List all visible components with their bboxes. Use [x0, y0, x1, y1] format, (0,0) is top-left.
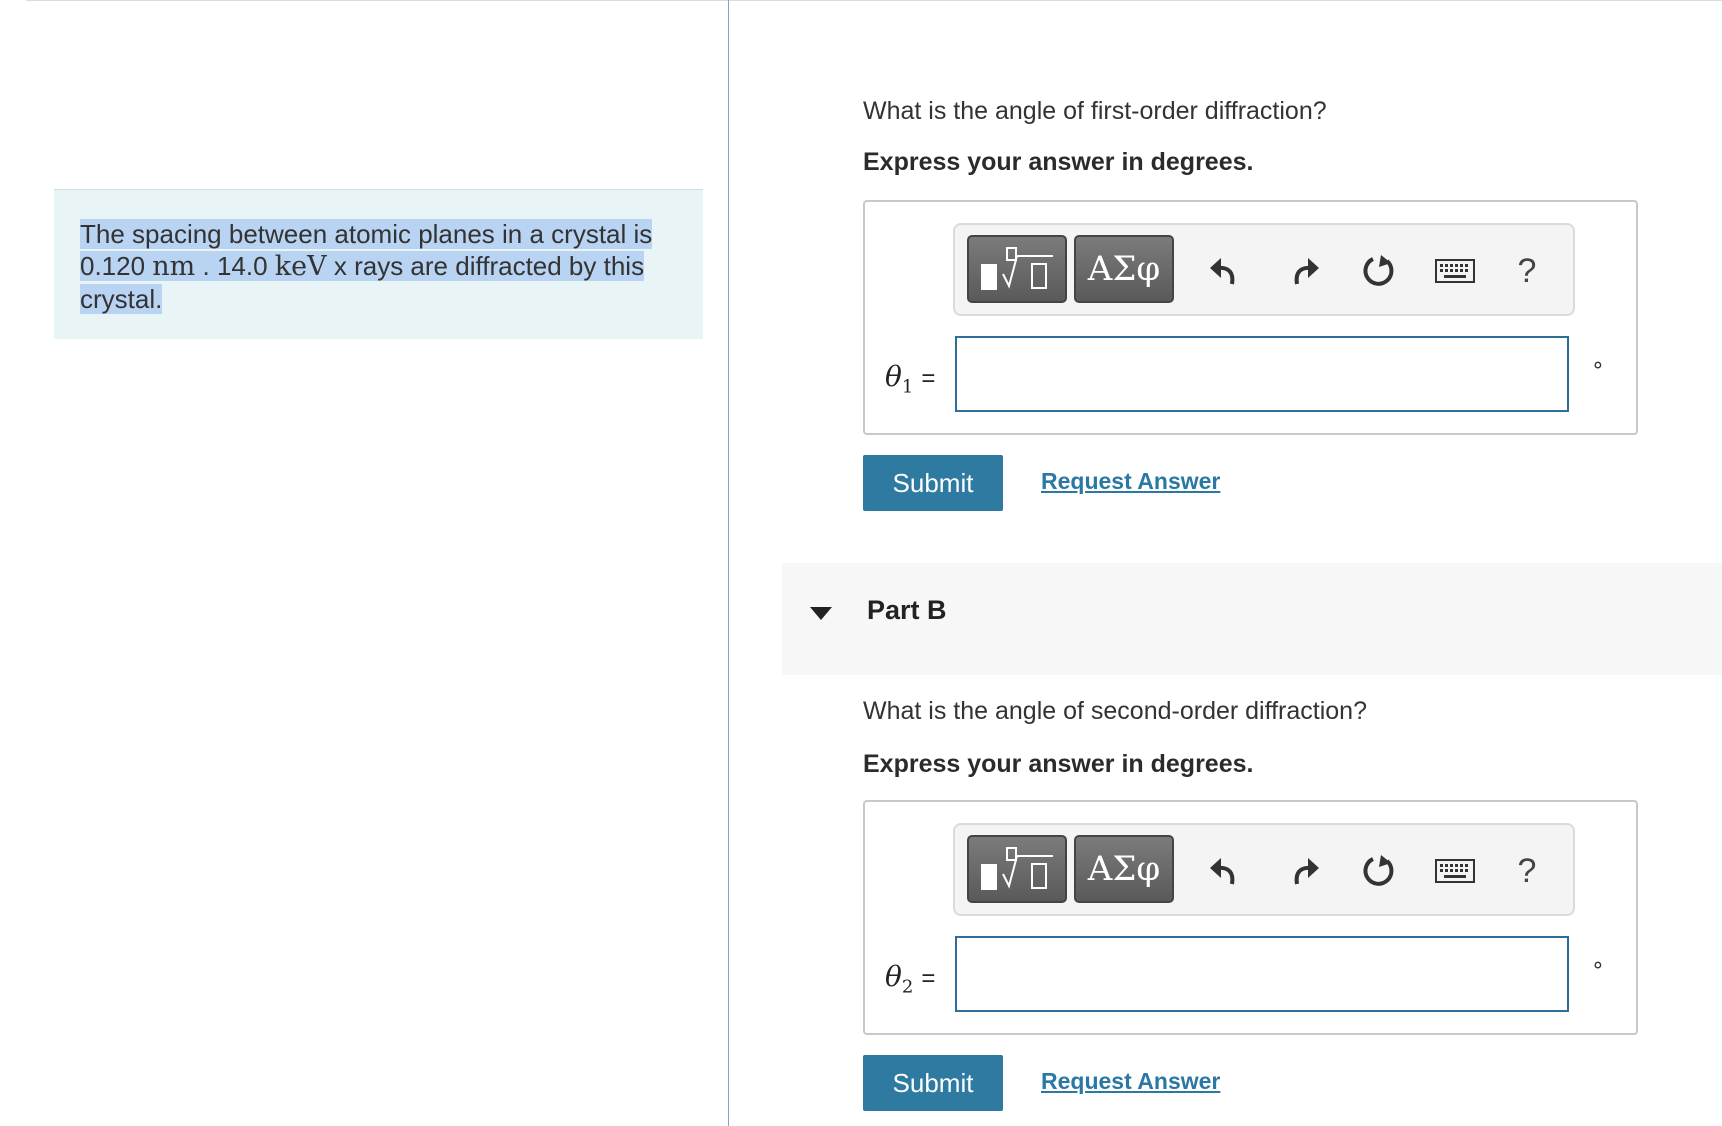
- part-a-submit-button[interactable]: Submit: [863, 455, 1003, 511]
- part-a-request-answer-link[interactable]: Request Answer: [1041, 468, 1220, 495]
- part-b-answer-input[interactable]: [955, 936, 1569, 1012]
- part-a-question: What is the angle of first-order diffrac…: [863, 97, 1327, 125]
- part-b-title: Part B: [867, 595, 947, 625]
- undo-icon[interactable]: [1205, 251, 1245, 291]
- part-b-request-answer-link[interactable]: Request Answer: [1041, 1068, 1220, 1095]
- templates-button[interactable]: [967, 235, 1067, 303]
- part-a-variable-label: θ1 =: [885, 360, 936, 398]
- part-b-variable-label: θ2 =: [885, 960, 936, 998]
- greek-symbols-button[interactable]: ΑΣφ: [1074, 235, 1174, 303]
- panel-divider: [728, 0, 729, 1126]
- part-a-answer-box: ΑΣφ ? θ1 = ∘: [863, 200, 1638, 435]
- unit-nm: nm: [152, 251, 196, 282]
- help-icon[interactable]: ?: [1507, 251, 1547, 291]
- undo-icon[interactable]: [1205, 851, 1245, 891]
- part-b-header[interactable]: Part B: [782, 563, 1722, 675]
- top-rule: [26, 0, 1722, 1]
- part-b-submit-button[interactable]: Submit: [863, 1055, 1003, 1111]
- redo-icon[interactable]: [1284, 251, 1324, 291]
- problem-statement: The spacing between atomic planes in a c…: [54, 189, 703, 339]
- part-b-answer-box: ΑΣφ ? θ2 = ∘: [863, 800, 1638, 1035]
- part-b-instruction: Express your answer in degrees.: [863, 750, 1254, 778]
- part-a-instruction: Express your answer in degrees.: [863, 148, 1254, 176]
- templates-icon: [981, 247, 1053, 290]
- part-a-answer-input[interactable]: [955, 336, 1569, 412]
- problem-text: The spacing between atomic planes in a c…: [80, 219, 653, 314]
- redo-icon[interactable]: [1284, 851, 1324, 891]
- greek-symbols-button[interactable]: ΑΣφ: [1074, 835, 1174, 903]
- keyboard-icon[interactable]: [1415, 251, 1495, 291]
- reset-icon[interactable]: [1359, 851, 1399, 891]
- caret-down-icon[interactable]: [810, 607, 832, 620]
- help-icon[interactable]: ?: [1507, 851, 1547, 891]
- unit-kev: keV: [274, 251, 327, 282]
- degree-symbol: ∘: [1591, 952, 1605, 977]
- part-b-question: What is the angle of second-order diffra…: [863, 697, 1367, 725]
- templates-icon: [981, 847, 1053, 890]
- reset-icon[interactable]: [1359, 251, 1399, 291]
- degree-symbol: ∘: [1591, 352, 1605, 377]
- math-toolbar: ΑΣφ ?: [953, 823, 1575, 916]
- keyboard-icon[interactable]: [1415, 851, 1495, 891]
- templates-button[interactable]: [967, 835, 1067, 903]
- math-toolbar: ΑΣφ ?: [953, 223, 1575, 316]
